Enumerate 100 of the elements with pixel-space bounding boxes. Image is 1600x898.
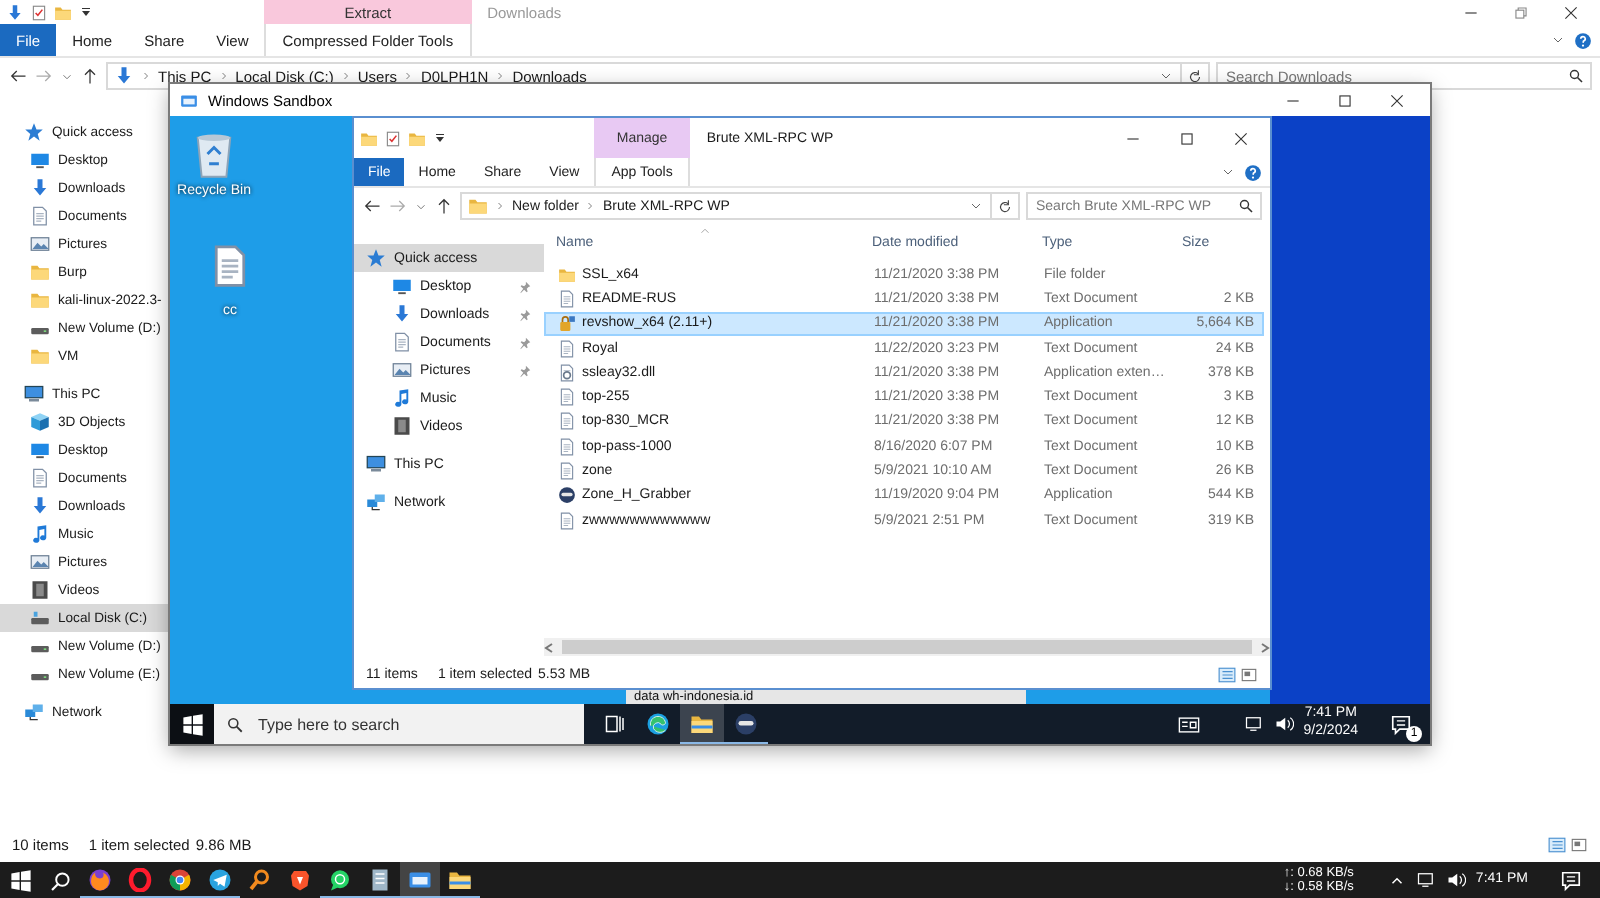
chevron-right-icon: [402, 70, 415, 82]
folder-icon: [558, 265, 576, 284]
horizontal-scrollbar[interactable]: [544, 638, 1270, 656]
chevron-right-icon: [494, 200, 506, 212]
mask-icon: [734, 711, 758, 735]
music-note-icon: [392, 388, 412, 408]
chevron-down-icon[interactable]: [1220, 164, 1236, 180]
desktop-icon: [392, 276, 412, 296]
pin-icon[interactable]: [518, 363, 532, 377]
text-file-icon: [558, 437, 576, 456]
computer-icon: [366, 454, 386, 474]
speaker-icon[interactable]: [1273, 714, 1294, 734]
shield-icon: [288, 868, 312, 892]
picture-icon: [30, 552, 50, 572]
computer-icon: [24, 384, 44, 404]
taskbar-button[interactable]: [120, 862, 160, 898]
notification-icon[interactable]: [1560, 869, 1582, 891]
help-icon[interactable]: [1574, 31, 1592, 49]
large-icons-view-icon[interactable]: [1570, 835, 1588, 853]
chevron-right-icon: [494, 70, 507, 82]
folder-icon: [468, 196, 488, 216]
network-icon: [24, 702, 44, 722]
down-arrow-icon[interactable]: [6, 3, 24, 21]
close-icon[interactable]: [1562, 3, 1580, 21]
mask-icon: [558, 486, 576, 505]
search-icon[interactable]: [49, 869, 71, 891]
taskbar-button[interactable]: [680, 704, 724, 744]
text-file-icon: [558, 388, 576, 407]
drive-icon: [30, 608, 50, 628]
task-view-icon: [602, 712, 626, 736]
picture-icon: [392, 360, 412, 380]
refresh-icon: [996, 197, 1014, 215]
search-field[interactable]: Type here to search: [214, 704, 584, 744]
close-icon[interactable]: [1388, 91, 1406, 109]
down-arrow-icon: [30, 496, 50, 516]
gear-file-icon: [558, 363, 576, 382]
start-icon[interactable]: [181, 713, 203, 735]
lock-icon: [558, 314, 576, 333]
details-view-icon[interactable]: [1548, 835, 1566, 853]
back-icon[interactable]: [8, 66, 28, 86]
document-icon: [392, 332, 412, 352]
restore-icon[interactable]: [1512, 3, 1530, 21]
maximize-icon[interactable]: [1178, 129, 1196, 147]
scroll-right-icon[interactable]: [1258, 641, 1270, 653]
film-icon: [30, 580, 50, 600]
folder-icon: [30, 262, 50, 282]
up-arrow-icon[interactable]: [434, 196, 454, 216]
chevron-down-icon[interactable]: [968, 198, 984, 214]
window-icon: [408, 867, 432, 891]
refresh-button[interactable]: [990, 192, 1020, 220]
down-arrow-icon: [392, 304, 412, 324]
pin-icon[interactable]: [518, 279, 532, 293]
ring-icon: [128, 867, 152, 891]
magnifier-icon: [248, 868, 272, 892]
chevron-down-icon[interactable]: [1550, 32, 1566, 48]
chevron-right-icon: [339, 70, 352, 82]
star-icon: [24, 122, 44, 142]
notebook-icon: [368, 867, 392, 891]
details-view-icon[interactable]: [1218, 665, 1236, 683]
text-file-icon: [558, 412, 576, 431]
chevron-right-icon: [584, 200, 597, 212]
picture-icon: [30, 234, 50, 254]
speaker-icon[interactable]: [1445, 870, 1466, 890]
folder-icon: [448, 867, 472, 891]
network-icon[interactable]: [1415, 870, 1436, 890]
up-arrow-icon[interactable]: [80, 66, 100, 86]
maximize-icon[interactable]: [1336, 91, 1354, 109]
customize-arrow-icon[interactable]: [78, 4, 94, 20]
customize-arrow-icon[interactable]: [432, 130, 448, 146]
network-icon[interactable]: [1243, 714, 1264, 734]
pin-icon[interactable]: [518, 335, 532, 349]
text-file-icon: [558, 339, 576, 358]
pin-icon[interactable]: [518, 307, 532, 321]
close-icon[interactable]: [1232, 129, 1250, 147]
swirl-icon: [646, 712, 670, 736]
chevron-right-icon: [140, 70, 152, 82]
start-icon[interactable]: [9, 869, 31, 891]
music-note-icon: [30, 524, 50, 544]
film-icon: [392, 416, 412, 436]
checklist-icon[interactable]: [30, 3, 48, 21]
large-icons-view-icon[interactable]: [1240, 665, 1258, 683]
checklist-icon[interactable]: [384, 129, 402, 147]
notification-icon[interactable]: [1390, 713, 1412, 735]
desktop-icon: [30, 440, 50, 460]
window-icon: [180, 91, 198, 109]
folder-icon: [30, 346, 50, 366]
wheel-icon: [168, 867, 192, 891]
keyboard-icon[interactable]: [1177, 713, 1200, 735]
taskbar-button[interactable]: [400, 862, 440, 898]
down-arrow-icon: [114, 66, 134, 86]
chevron-down-icon[interactable]: [1158, 68, 1174, 84]
help-icon[interactable]: [1244, 163, 1262, 181]
paper-plane-icon: [208, 867, 232, 891]
scroll-left-icon[interactable]: [544, 641, 556, 653]
cube-icon: [30, 412, 50, 432]
document-icon: [30, 206, 50, 226]
search-icon: [1568, 68, 1584, 84]
text-file-icon: [558, 462, 576, 481]
refresh-icon: [1186, 67, 1204, 85]
back-icon[interactable]: [362, 196, 382, 216]
